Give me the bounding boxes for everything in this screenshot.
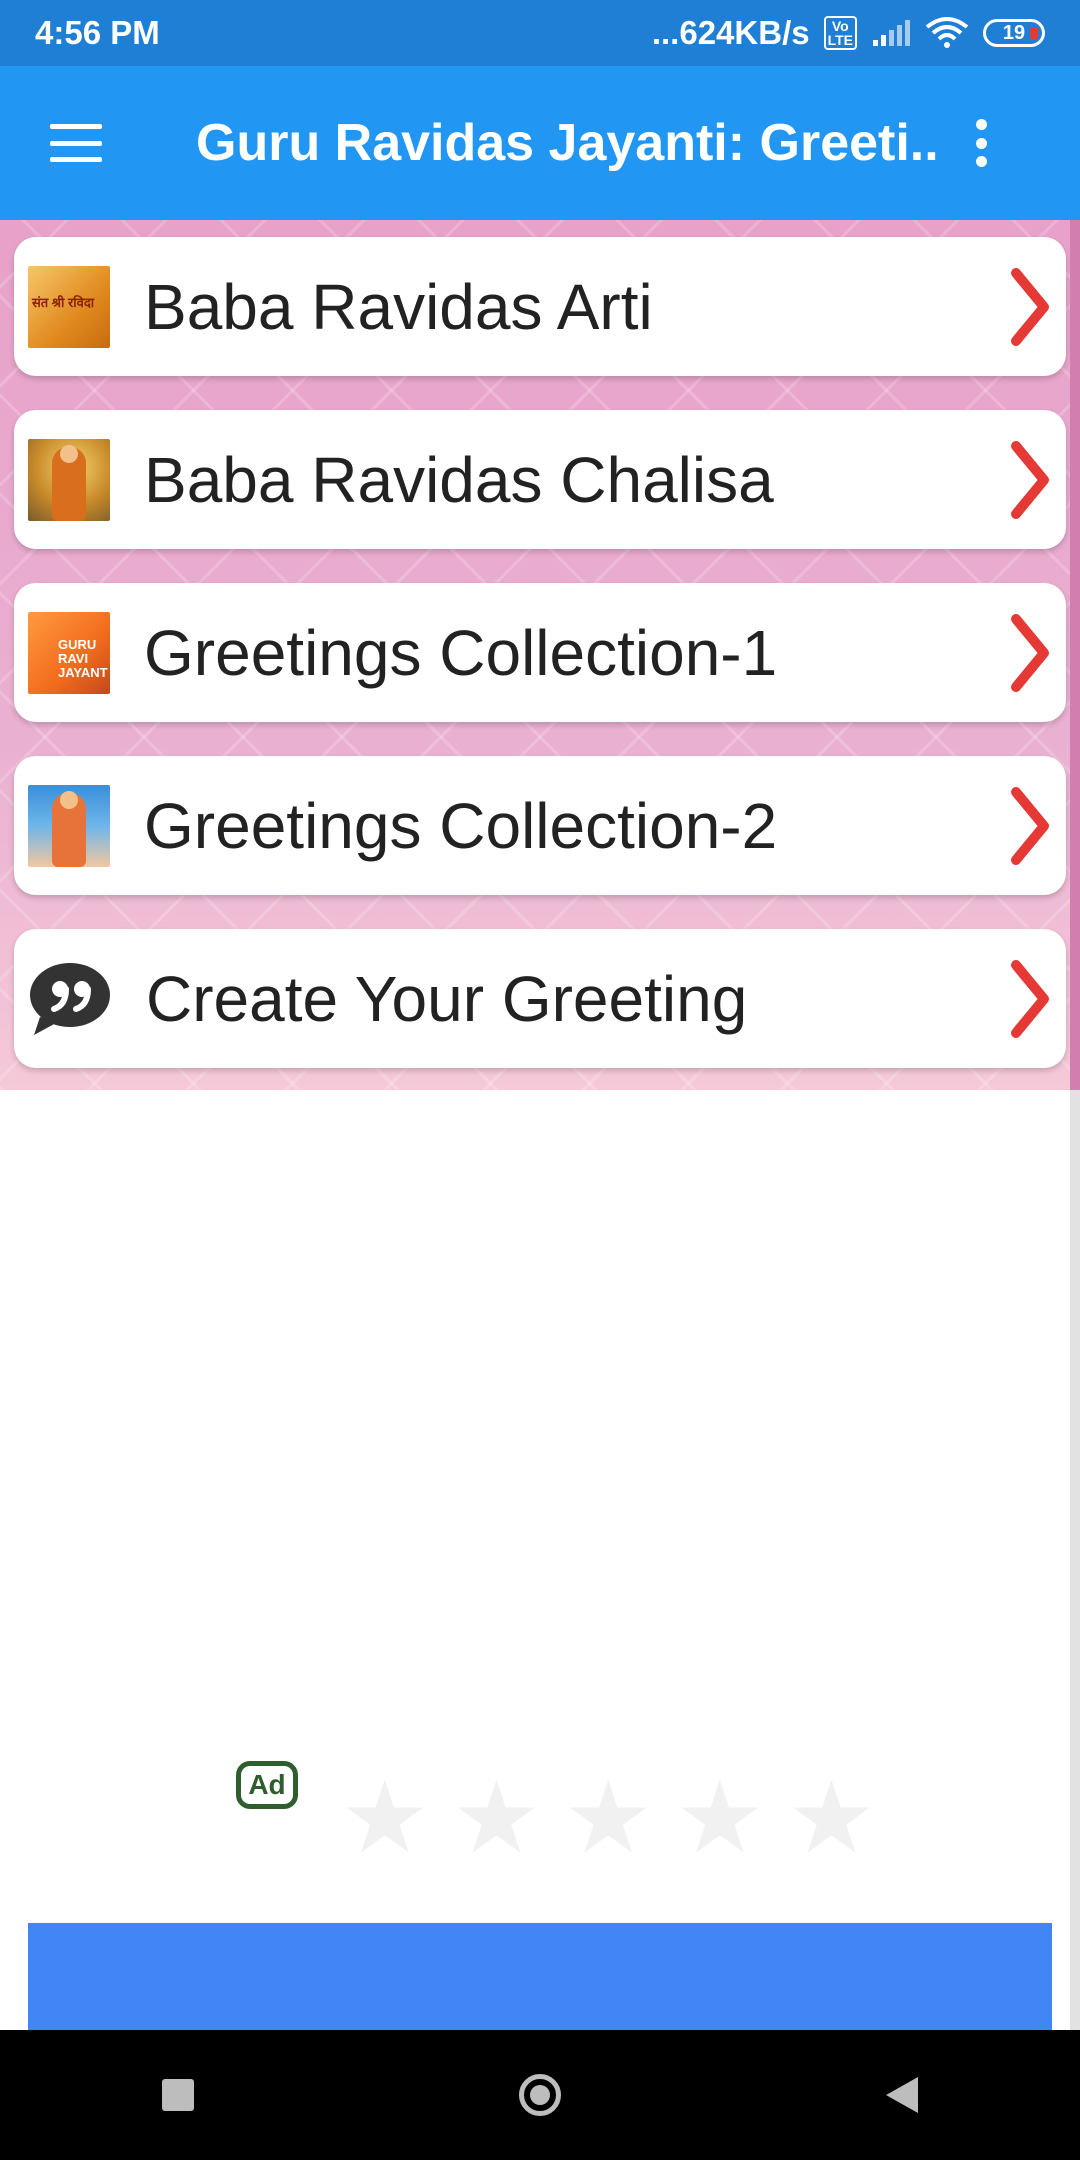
network-speed: ...624KB/s (651, 14, 810, 51)
menu-item-label: Greetings Collection-2 (144, 789, 778, 862)
arti-thumbnail: संत श्री रविदा (28, 265, 110, 348)
ad-badge: Ad (236, 1761, 298, 1809)
wifi-icon (925, 17, 969, 48)
ad-rating-stars: ★ ★ ★ ★ ★ (340, 1768, 876, 1868)
quote-bubble-icon (30, 962, 110, 1035)
menu-item-baba-ravidas-arti[interactable]: संत श्री रविदा Baba Ravidas Arti (14, 237, 1066, 376)
menu-item-greetings-collection-1[interactable]: GURU RAVI JAYANT Greetings Collection-1 (14, 583, 1066, 722)
chevron-right-icon (1011, 267, 1049, 346)
hamburger-menu-icon[interactable] (50, 124, 102, 162)
star-icon: ★ (674, 1762, 765, 1874)
menu-item-label: Baba Ravidas Arti (144, 270, 653, 343)
menu-list: संत श्री रविदा Baba Ravidas Arti Baba Ra… (14, 237, 1066, 1102)
greetings-1-thumbnail-text: GURU RAVI JAYANT (58, 636, 108, 680)
scrollbar-thumb[interactable] (1070, 220, 1080, 1090)
menu-item-baba-ravidas-chalisa[interactable]: Baba Ravidas Chalisa (14, 410, 1066, 549)
recents-icon[interactable] (162, 2079, 195, 2111)
battery-icon: 19 (983, 19, 1045, 47)
status-icons: ...624KB/s Vo LTE 19 (652, 14, 1045, 52)
page-title: Guru Ravidas Jayanti: Greeti... (196, 114, 936, 172)
system-nav-bar (0, 2030, 1080, 2160)
menu-item-greetings-collection-2[interactable]: Greetings Collection-2 (14, 756, 1066, 895)
star-icon: ★ (451, 1762, 542, 1874)
chevron-right-icon (1011, 959, 1049, 1038)
back-icon[interactable] (885, 2077, 918, 2113)
chalisa-thumbnail (28, 438, 110, 521)
signal-icon (873, 20, 910, 46)
star-icon: ★ (563, 1762, 653, 1874)
saint-figure (52, 790, 86, 867)
arti-thumbnail-text: संत श्री रविदा (32, 294, 95, 310)
chevron-right-icon (1011, 613, 1049, 692)
greetings-1-thumbnail: GURU RAVI JAYANT (28, 611, 110, 694)
status-bar: 4:56 PM ...624KB/s Vo LTE 19 (0, 0, 1080, 66)
more-vert-icon[interactable] (974, 119, 988, 167)
menu-item-label: Baba Ravidas Chalisa (144, 443, 774, 516)
volte-icon: Vo LTE (823, 16, 857, 50)
home-icon[interactable] (518, 2074, 561, 2116)
app-bar: Guru Ravidas Jayanti: Greeti... (0, 66, 1080, 220)
menu-item-create-your-greeting[interactable]: Create Your Greeting (14, 929, 1066, 1068)
battery-level: 19 (1002, 21, 1026, 44)
ad-cta-button[interactable] (28, 1923, 1052, 2030)
ad-container[interactable] (4, 1090, 1066, 2030)
star-icon: ★ (786, 1762, 877, 1874)
saint-figure (52, 444, 86, 521)
greetings-2-thumbnail (28, 784, 110, 867)
menu-item-label: Greetings Collection-1 (144, 616, 778, 689)
chevron-right-icon (1011, 440, 1049, 519)
menu-item-label: Create Your Greeting (146, 962, 748, 1035)
star-icon: ★ (340, 1762, 430, 1874)
status-time: 4:56 PM (35, 14, 160, 51)
chevron-right-icon (1011, 786, 1049, 865)
